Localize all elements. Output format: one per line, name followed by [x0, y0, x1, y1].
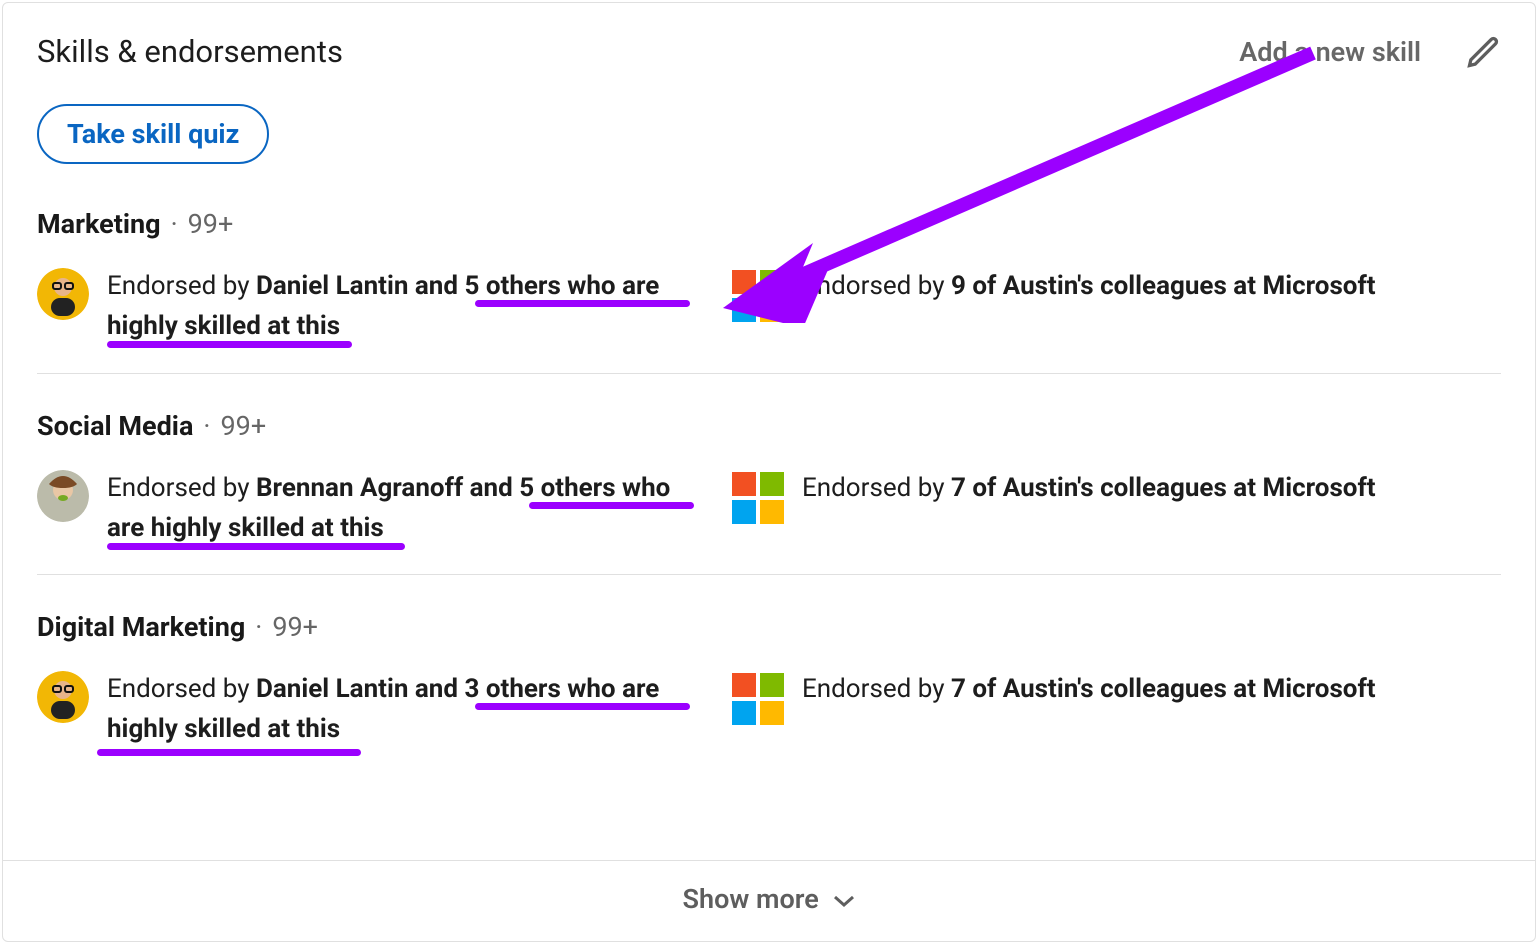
separator-dot: · — [255, 611, 262, 643]
endorsement-text: Endorsed by Daniel Lantin and 3 others w… — [107, 669, 692, 750]
endorsed-by-people[interactable]: Endorsed by Brennan Agranoff and 5 other… — [37, 468, 692, 549]
endorser-avatar — [37, 470, 89, 522]
annotation-underline — [107, 543, 405, 550]
skill-heading[interactable]: Marketing · 99+ — [37, 208, 1501, 240]
endorsed-by-colleagues[interactable]: Endorsed by 9 of Austin's colleagues at … — [732, 266, 1387, 347]
skill-block: Marketing · 99+ Endorsed by Daniel Lanti… — [37, 208, 1501, 374]
skill-block: Social Media · 99+ Endorsed by Brennan A… — [37, 410, 1501, 576]
microsoft-logo-icon — [732, 673, 784, 725]
endorsement-text: Endorsed by 7 of Austin's colleagues at … — [802, 669, 1376, 709]
show-more-label: Show more — [683, 883, 819, 915]
microsoft-logo-icon — [732, 270, 784, 322]
endorsement-text: Endorsed by Daniel Lantin and 5 others w… — [107, 266, 692, 347]
skill-heading[interactable]: Digital Marketing · 99+ — [37, 611, 1501, 643]
endorsed-by-people[interactable]: Endorsed by Daniel Lantin and 3 others w… — [37, 669, 692, 750]
endorsed-by-people[interactable]: Endorsed by Daniel Lantin and 5 others w… — [37, 266, 692, 347]
endorsed-by-colleagues[interactable]: Endorsed by 7 of Austin's colleagues at … — [732, 468, 1387, 549]
add-skill-link[interactable]: Add a new skill — [1239, 36, 1421, 68]
skill-heading[interactable]: Social Media · 99+ — [37, 410, 1501, 442]
endorsement-text: Endorsed by Brennan Agranoff and 5 other… — [107, 468, 692, 549]
skills-card: Skills & endorsements Add a new skill Ta… — [2, 2, 1536, 942]
endorsement-row: Endorsed by Daniel Lantin and 3 others w… — [37, 669, 1501, 750]
edit-icon[interactable] — [1465, 34, 1501, 70]
annotation-underline — [97, 749, 361, 756]
endorsement-row: Endorsed by Brennan Agranoff and 5 other… — [37, 468, 1501, 549]
endorsement-count: 99+ — [188, 208, 234, 240]
endorsed-by-colleagues[interactable]: Endorsed by 7 of Austin's colleagues at … — [732, 669, 1387, 750]
section-title: Skills & endorsements — [37, 33, 343, 70]
annotation-underline — [475, 703, 690, 710]
take-skill-quiz-button[interactable]: Take skill quiz — [37, 104, 269, 164]
skill-block: Digital Marketing · 99+ Endorsed by Dani… — [37, 611, 1501, 776]
annotation-underline — [107, 341, 352, 348]
section-header: Skills & endorsements Add a new skill — [37, 33, 1501, 70]
separator-dot: · — [203, 410, 210, 442]
endorsement-row: Endorsed by Daniel Lantin and 5 others w… — [37, 266, 1501, 347]
annotation-underline — [529, 502, 694, 509]
annotation-underline — [475, 300, 690, 307]
endorser-avatar — [37, 268, 89, 320]
skill-name: Digital Marketing — [37, 611, 245, 643]
endorsement-count: 99+ — [272, 611, 318, 643]
microsoft-logo-icon — [732, 472, 784, 524]
chevron-down-icon — [833, 883, 855, 915]
separator-dot: · — [171, 208, 178, 240]
header-actions: Add a new skill — [1239, 34, 1501, 70]
endorsement-text: Endorsed by 9 of Austin's colleagues at … — [802, 266, 1376, 306]
skill-name: Social Media — [37, 410, 193, 442]
endorsement-count: 99+ — [220, 410, 266, 442]
endorsement-text: Endorsed by 7 of Austin's colleagues at … — [802, 468, 1376, 508]
show-more-button[interactable]: Show more — [3, 860, 1535, 941]
endorser-avatar — [37, 671, 89, 723]
skill-name: Marketing — [37, 208, 161, 240]
